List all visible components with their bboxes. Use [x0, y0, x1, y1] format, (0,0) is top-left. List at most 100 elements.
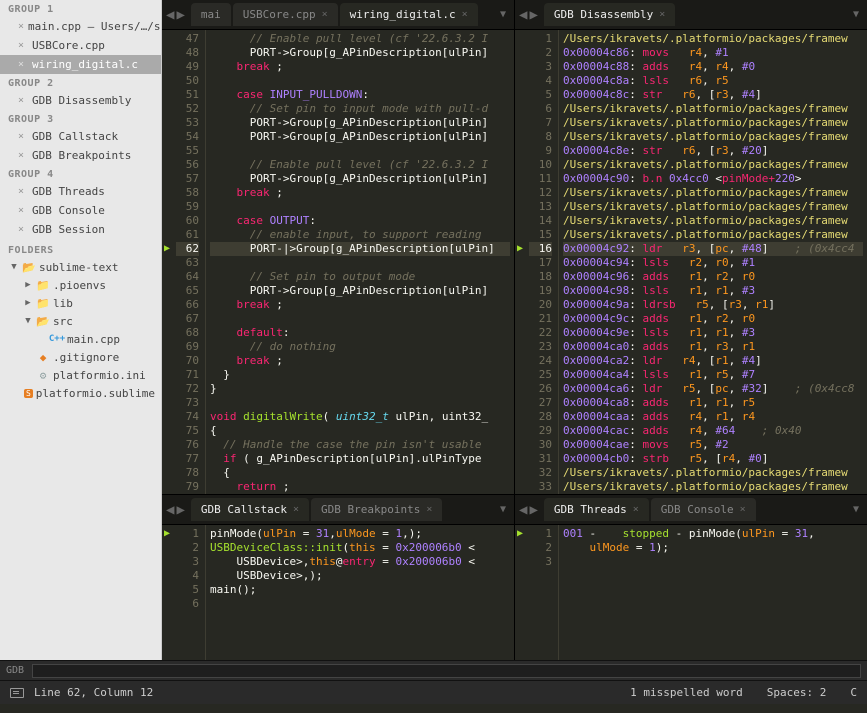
- tab-bar: ◀▶ GDB Disassembly × ▼: [515, 0, 867, 30]
- code-area[interactable]: ▶123456pinMode(ulPin = 31,ulMode = 1,);U…: [162, 525, 514, 660]
- folder-tree-item[interactable]: ▼📂src: [0, 312, 161, 330]
- group-header: GROUP 4: [0, 165, 161, 182]
- gutter-markers: ▶: [162, 525, 172, 660]
- sidebar-open-file[interactable]: ×GDB Threads: [0, 182, 161, 201]
- tree-item-label: sublime-text: [39, 261, 118, 274]
- close-icon[interactable]: ×: [18, 150, 28, 161]
- code-body[interactable]: 001 - stopped - pinMode(ulPin = 31, ulMo…: [559, 525, 867, 660]
- tab[interactable]: GDB Breakpoints×: [311, 498, 442, 521]
- nav-back-icon[interactable]: ◀: [519, 7, 527, 23]
- pane-bottom-left: ◀▶GDB Callstack×GDB Breakpoints×▼▶123456…: [162, 495, 515, 660]
- code-area[interactable]: ▶123456789101112131415161718192021222324…: [515, 30, 867, 494]
- folder-tree-item[interactable]: ▶📁.pioenvs: [0, 276, 161, 294]
- tab-dropdown-icon[interactable]: ▼: [496, 504, 510, 515]
- nav-forward-icon[interactable]: ▶: [176, 502, 184, 518]
- sidebar-open-file[interactable]: ×GDB Console: [0, 201, 161, 220]
- tab[interactable]: GDB Threads×: [544, 498, 649, 521]
- tab-dropdown-icon[interactable]: ▼: [849, 504, 863, 515]
- tab[interactable]: mai: [191, 3, 231, 26]
- tab-bar: ◀▶ GDB Threads× GDB Console × ▼: [515, 495, 867, 525]
- menu-icon[interactable]: [10, 688, 24, 698]
- close-icon[interactable]: ×: [18, 205, 28, 216]
- tab-label: GDB Console: [661, 503, 734, 516]
- tab[interactable]: GDB Disassembly ×: [544, 3, 675, 26]
- tab-close-icon[interactable]: ×: [462, 9, 468, 20]
- status-position: Line 62, Column 12: [34, 686, 153, 699]
- folder-open-icon: 📂: [36, 314, 50, 328]
- folder-open-icon: 📂: [22, 260, 36, 274]
- code-body[interactable]: /Users/ikravets/.platformio/packages/fra…: [559, 30, 867, 494]
- code-body[interactable]: // Enable pull level (cf '22.6.3.2 I POR…: [206, 30, 514, 494]
- nav-back-icon[interactable]: ◀: [166, 502, 174, 518]
- folders-header: FOLDERS: [0, 239, 161, 258]
- sublime-icon: S: [24, 386, 33, 400]
- close-icon[interactable]: ×: [18, 40, 28, 51]
- tab-close-icon[interactable]: ×: [659, 9, 665, 20]
- file-label: GDB Breakpoints: [32, 149, 131, 162]
- sidebar-open-file[interactable]: ×GDB Disassembly: [0, 91, 161, 110]
- sidebar-open-file[interactable]: × main.cpp — Users/…/sa: [0, 17, 161, 36]
- ini-icon: ⚙: [36, 368, 50, 382]
- nav-back-icon[interactable]: ◀: [519, 502, 527, 518]
- status-language[interactable]: C: [850, 686, 857, 699]
- editor-area: ◀▶maiUSBCore.cpp×wiring_digital.c×▼▶4748…: [162, 0, 867, 660]
- tab[interactable]: GDB Callstack×: [191, 498, 309, 521]
- code-area[interactable]: ▶123001 - stopped - pinMode(ulPin = 31, …: [515, 525, 867, 660]
- expand-arrow-icon[interactable]: ▼: [23, 316, 33, 326]
- expand-arrow-icon[interactable]: ▶: [23, 298, 33, 308]
- line-numbers: 123: [525, 525, 559, 660]
- tab-dropdown-icon[interactable]: ▼: [849, 9, 863, 20]
- code-area[interactable]: ▶474849505152535455565758596061626364656…: [162, 30, 514, 494]
- close-icon[interactable]: ×: [18, 95, 28, 106]
- sidebar-open-file[interactable]: ×wiring_digital.c: [0, 55, 161, 74]
- folder-tree-item[interactable]: ▶📁lib: [0, 294, 161, 312]
- pane-top-left: ◀▶ maiUSBCore.cpp× wiring_digital.c × ▼ ▶4748…: [162, 0, 515, 494]
- tab[interactable]: USBCore.cpp×: [233, 3, 338, 26]
- sidebar-open-file[interactable]: ×GDB Callstack: [0, 127, 161, 146]
- cpp-icon: C++: [50, 332, 64, 346]
- tab-close-icon[interactable]: ×: [293, 504, 299, 515]
- nav-back-icon[interactable]: ◀: [166, 7, 174, 23]
- tab-label: wiring_digital.c: [350, 8, 456, 21]
- tab-bar: ◀▶ maiUSBCore.cpp× wiring_digital.c × ▼: [162, 0, 514, 30]
- nav-forward-icon[interactable]: ▶: [529, 502, 537, 518]
- tab-dropdown-icon[interactable]: ▼: [496, 9, 510, 20]
- file-tree-item[interactable]: ⚙platformio.ini: [0, 366, 161, 384]
- status-indentation[interactable]: Spaces: 2: [767, 686, 827, 699]
- tab-close-icon[interactable]: ×: [633, 504, 639, 515]
- tab-close-icon[interactable]: ×: [426, 504, 432, 515]
- expand-arrow-icon[interactable]: ▼: [9, 262, 19, 272]
- file-tree-item[interactable]: Splatformio.sublime: [0, 384, 161, 402]
- tab-close-icon[interactable]: ×: [322, 9, 328, 20]
- tree-item-label: main.cpp: [67, 333, 120, 346]
- nav-forward-icon[interactable]: ▶: [529, 7, 537, 23]
- close-icon[interactable]: ×: [18, 224, 28, 235]
- tab[interactable]: GDB Console ×: [651, 498, 756, 521]
- tab-close-icon[interactable]: ×: [740, 504, 746, 515]
- file-label: main.cpp — Users/…/sa: [28, 20, 161, 33]
- gutter-markers: ▶: [515, 525, 525, 660]
- folder-tree-item[interactable]: ▼📂sublime-text: [0, 258, 161, 276]
- file-tree-item[interactable]: ◆.gitignore: [0, 348, 161, 366]
- sidebar: GROUP 1×main.cpp — Users/…/sa×USBCore.cp…: [0, 0, 162, 660]
- file-tree-item[interactable]: C++main.cpp: [0, 330, 161, 348]
- close-icon[interactable]: ×: [18, 59, 28, 70]
- status-spellcheck[interactable]: 1 misspelled word: [630, 686, 743, 699]
- sidebar-open-file[interactable]: ×USBCore.cpp: [0, 36, 161, 55]
- close-icon[interactable]: ×: [18, 21, 24, 32]
- gutter-markers: ▶: [515, 30, 525, 494]
- gdb-input[interactable]: [32, 664, 861, 678]
- close-icon[interactable]: ×: [18, 131, 28, 142]
- expand-arrow-icon[interactable]: ▶: [23, 280, 33, 290]
- line-numbers: 4748495051525354555657585960616263646566…: [172, 30, 206, 494]
- close-icon[interactable]: ×: [18, 186, 28, 197]
- code-body[interactable]: pinMode(ulPin = 31,ulMode = 1,);USBDevic…: [206, 525, 514, 660]
- tab[interactable]: wiring_digital.c ×: [340, 3, 478, 26]
- group-header: GROUP 1: [0, 0, 161, 17]
- nav-forward-icon[interactable]: ▶: [176, 7, 184, 23]
- sidebar-open-file[interactable]: ×GDB Session: [0, 220, 161, 239]
- gdb-label: GDB: [6, 665, 24, 676]
- sidebar-open-file[interactable]: × GDB Breakpoints: [0, 146, 161, 165]
- tab-label: GDB Disassembly: [554, 8, 653, 21]
- pane-bottom-right: ◀▶GDB Threads×GDB Console×▼▶123001 - sto…: [515, 495, 867, 660]
